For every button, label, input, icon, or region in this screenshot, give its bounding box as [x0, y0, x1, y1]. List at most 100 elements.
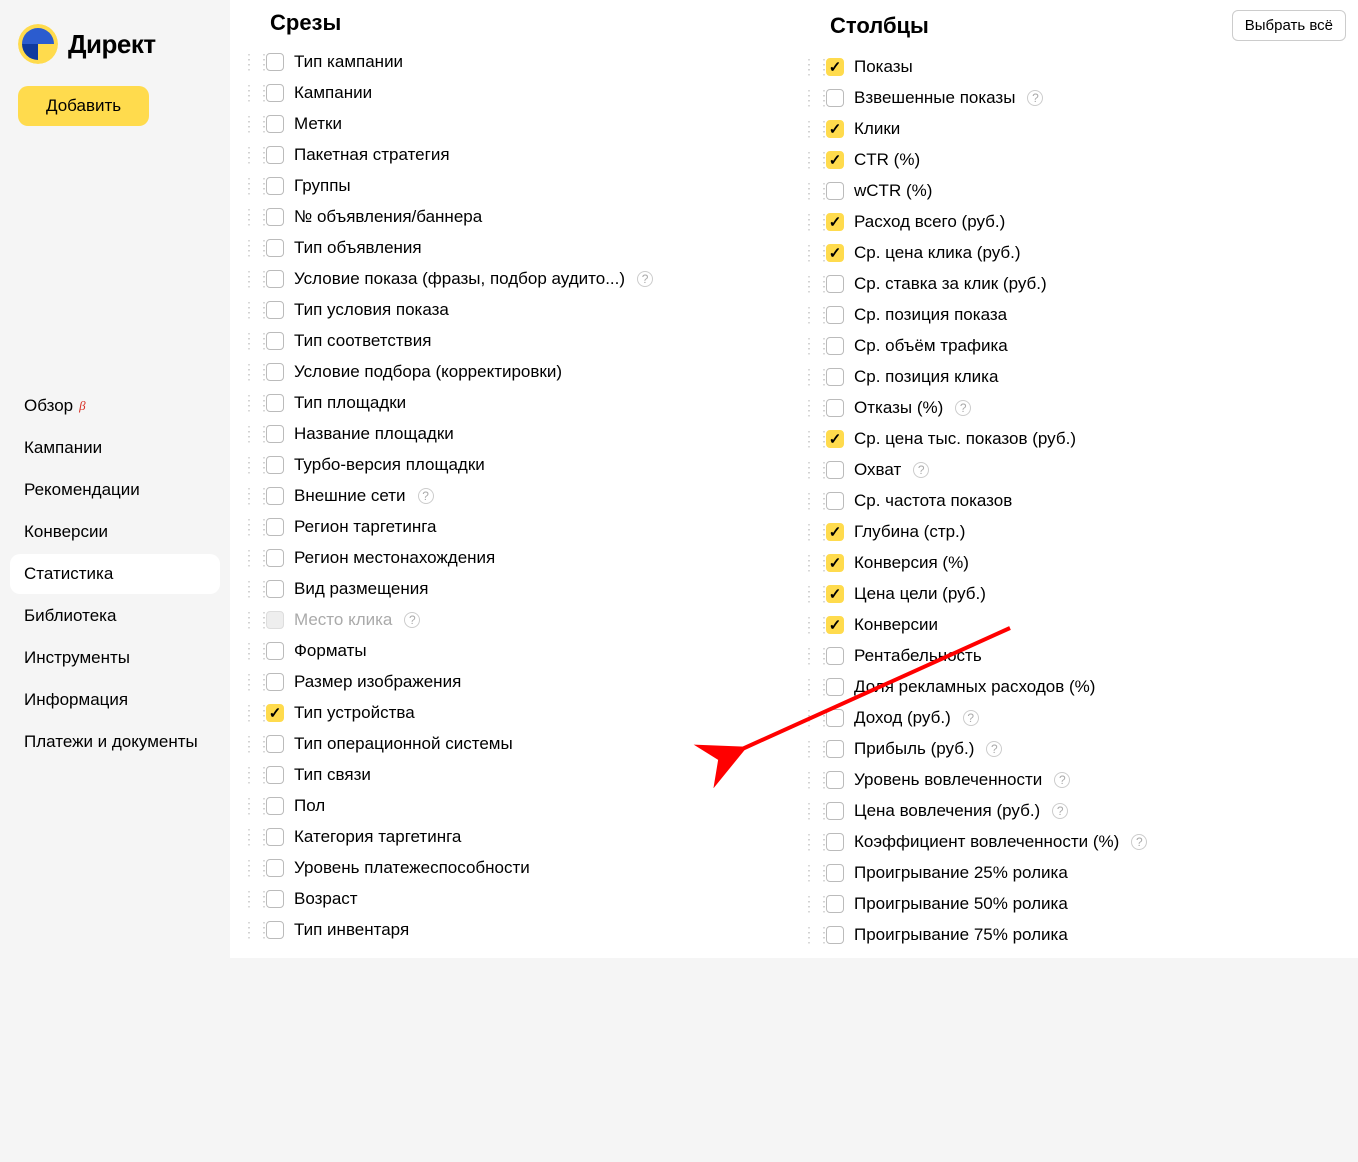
nav-item[interactable]: Кампании [10, 428, 220, 468]
checkbox[interactable] [826, 399, 844, 417]
checkbox[interactable] [266, 549, 284, 567]
checkbox[interactable] [826, 337, 844, 355]
drag-handle-icon[interactable]: ⋮⋮⋮⋮ [802, 434, 816, 444]
drag-handle-icon[interactable]: ⋮⋮⋮⋮ [802, 248, 816, 258]
nav-item[interactable]: Статистика [10, 554, 220, 594]
checkbox[interactable] [266, 456, 284, 474]
drag-handle-icon[interactable]: ⋮⋮⋮⋮ [242, 708, 256, 718]
drag-handle-icon[interactable]: ⋮⋮⋮⋮ [242, 398, 256, 408]
checkbox[interactable] [826, 647, 844, 665]
help-icon[interactable]: ? [913, 462, 929, 478]
checkbox[interactable] [266, 735, 284, 753]
checkbox[interactable] [826, 182, 844, 200]
drag-handle-icon[interactable]: ⋮⋮⋮⋮ [802, 775, 816, 785]
drag-handle-icon[interactable]: ⋮⋮⋮⋮ [802, 465, 816, 475]
drag-handle-icon[interactable]: ⋮⋮⋮⋮ [802, 620, 816, 630]
help-icon[interactable]: ? [955, 400, 971, 416]
drag-handle-icon[interactable]: ⋮⋮⋮⋮ [802, 124, 816, 134]
checkbox[interactable]: ✓ [826, 244, 844, 262]
drag-handle-icon[interactable]: ⋮⋮⋮⋮ [242, 522, 256, 532]
drag-handle-icon[interactable]: ⋮⋮⋮⋮ [242, 274, 256, 284]
drag-handle-icon[interactable]: ⋮⋮⋮⋮ [802, 558, 816, 568]
checkbox[interactable] [266, 766, 284, 784]
drag-handle-icon[interactable]: ⋮⋮⋮⋮ [242, 832, 256, 842]
checkbox[interactable] [266, 301, 284, 319]
checkbox[interactable]: ✓ [826, 58, 844, 76]
drag-handle-icon[interactable]: ⋮⋮⋮⋮ [242, 677, 256, 687]
drag-handle-icon[interactable]: ⋮⋮⋮⋮ [802, 682, 816, 692]
drag-handle-icon[interactable]: ⋮⋮⋮⋮ [242, 553, 256, 563]
checkbox[interactable] [826, 89, 844, 107]
drag-handle-icon[interactable]: ⋮⋮⋮⋮ [802, 496, 816, 506]
help-icon[interactable]: ? [1054, 772, 1070, 788]
checkbox[interactable]: ✓ [826, 151, 844, 169]
drag-handle-icon[interactable]: ⋮⋮⋮⋮ [802, 651, 816, 661]
help-icon[interactable]: ? [1052, 803, 1068, 819]
checkbox[interactable] [266, 115, 284, 133]
checkbox[interactable] [266, 425, 284, 443]
checkbox[interactable] [826, 492, 844, 510]
help-icon[interactable]: ? [1027, 90, 1043, 106]
drag-handle-icon[interactable]: ⋮⋮⋮⋮ [242, 429, 256, 439]
checkbox[interactable] [826, 771, 844, 789]
nav-item[interactable]: Платежи и документы [10, 722, 220, 762]
checkbox[interactable]: ✓ [826, 120, 844, 138]
checkbox[interactable] [266, 146, 284, 164]
checkbox[interactable] [826, 275, 844, 293]
checkbox[interactable] [266, 363, 284, 381]
checkbox[interactable]: ✓ [826, 213, 844, 231]
drag-handle-icon[interactable]: ⋮⋮⋮⋮ [242, 460, 256, 470]
checkbox[interactable] [266, 84, 284, 102]
checkbox[interactable]: ✓ [826, 523, 844, 541]
drag-handle-icon[interactable]: ⋮⋮⋮⋮ [802, 837, 816, 847]
checkbox[interactable] [266, 394, 284, 412]
nav-item[interactable]: Рекомендации [10, 470, 220, 510]
drag-handle-icon[interactable]: ⋮⋮⋮⋮ [802, 186, 816, 196]
drag-handle-icon[interactable]: ⋮⋮⋮⋮ [242, 801, 256, 811]
nav-item[interactable]: Конверсии [10, 512, 220, 552]
checkbox[interactable] [266, 487, 284, 505]
drag-handle-icon[interactable]: ⋮⋮⋮⋮ [242, 119, 256, 129]
drag-handle-icon[interactable]: ⋮⋮⋮⋮ [242, 57, 256, 67]
checkbox[interactable] [266, 642, 284, 660]
checkbox[interactable]: ✓ [826, 585, 844, 603]
checkbox[interactable] [826, 926, 844, 944]
checkbox[interactable] [826, 864, 844, 882]
checkbox[interactable] [826, 895, 844, 913]
select-all-button[interactable]: Выбрать всё [1232, 10, 1346, 41]
help-icon[interactable]: ? [986, 741, 1002, 757]
drag-handle-icon[interactable]: ⋮⋮⋮⋮ [802, 279, 816, 289]
nav-item[interactable]: Библиотека [10, 596, 220, 636]
drag-handle-icon[interactable]: ⋮⋮⋮⋮ [802, 899, 816, 909]
checkbox[interactable] [266, 208, 284, 226]
drag-handle-icon[interactable]: ⋮⋮⋮⋮ [802, 806, 816, 816]
nav-item[interactable]: Информация [10, 680, 220, 720]
checkbox[interactable] [266, 332, 284, 350]
drag-handle-icon[interactable]: ⋮⋮⋮⋮ [242, 770, 256, 780]
checkbox[interactable]: ✓ [266, 704, 284, 722]
checkbox[interactable]: ✓ [826, 616, 844, 634]
drag-handle-icon[interactable]: ⋮⋮⋮⋮ [802, 310, 816, 320]
checkbox[interactable] [266, 518, 284, 536]
help-icon[interactable]: ? [1131, 834, 1147, 850]
drag-handle-icon[interactable]: ⋮⋮⋮⋮ [242, 584, 256, 594]
drag-handle-icon[interactable]: ⋮⋮⋮⋮ [802, 403, 816, 413]
drag-handle-icon[interactable]: ⋮⋮⋮⋮ [802, 341, 816, 351]
help-icon[interactable]: ? [418, 488, 434, 504]
drag-handle-icon[interactable]: ⋮⋮⋮⋮ [242, 150, 256, 160]
checkbox[interactable] [266, 270, 284, 288]
drag-handle-icon[interactable]: ⋮⋮⋮⋮ [242, 88, 256, 98]
drag-handle-icon[interactable]: ⋮⋮⋮⋮ [242, 181, 256, 191]
checkbox[interactable] [266, 797, 284, 815]
checkbox[interactable] [826, 833, 844, 851]
checkbox[interactable] [826, 740, 844, 758]
drag-handle-icon[interactable]: ⋮⋮⋮⋮ [802, 527, 816, 537]
drag-handle-icon[interactable]: ⋮⋮⋮⋮ [802, 217, 816, 227]
add-button[interactable]: Добавить [18, 86, 149, 126]
drag-handle-icon[interactable]: ⋮⋮⋮⋮ [242, 212, 256, 222]
checkbox[interactable] [826, 678, 844, 696]
drag-handle-icon[interactable]: ⋮⋮⋮⋮ [802, 372, 816, 382]
drag-handle-icon[interactable]: ⋮⋮⋮⋮ [242, 739, 256, 749]
checkbox[interactable] [826, 802, 844, 820]
checkbox[interactable]: ✓ [826, 430, 844, 448]
